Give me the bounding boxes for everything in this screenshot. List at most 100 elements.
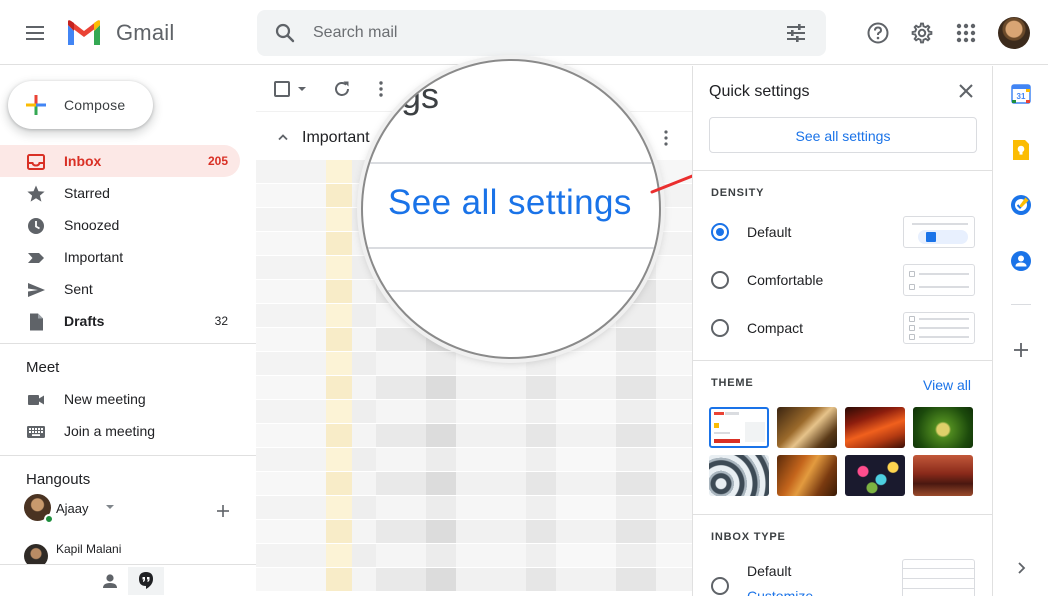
density-option-compact[interactable]: Compact [711, 312, 977, 344]
theme-heading: THEME [711, 377, 754, 389]
send-icon [28, 283, 45, 297]
sidebar-item-drafts[interactable]: Drafts 32 [0, 305, 240, 337]
search-input[interactable] [313, 20, 753, 46]
table-row[interactable] [256, 544, 692, 567]
meet-heading: Meet [26, 359, 60, 376]
sidebar-bottom-bar [0, 564, 256, 596]
draft-icon [30, 313, 43, 331]
table-row[interactable] [256, 400, 692, 423]
account-avatar[interactable] [998, 17, 1030, 49]
divider [363, 290, 659, 292]
theme-default[interactable] [709, 407, 769, 448]
apps-grid-icon[interactable] [954, 21, 978, 45]
inbox-type-heading: INBOX TYPE [711, 531, 786, 543]
person-icon[interactable] [92, 567, 128, 595]
help-icon[interactable] [866, 21, 890, 45]
radio-label: Compact [747, 320, 804, 336]
join-meeting-link[interactable]: Join a meeting [0, 415, 240, 447]
contacts-icon[interactable] [1009, 249, 1033, 273]
see-all-settings-button[interactable]: See all settings [709, 117, 977, 153]
select-options-caret-icon[interactable] [298, 87, 306, 91]
chevron-up-icon[interactable] [276, 130, 290, 144]
theme-desert[interactable] [913, 455, 973, 496]
table-row[interactable] [256, 472, 692, 495]
hangouts-user-name: Ajaay [56, 501, 89, 516]
top-bar: Gmail [0, 0, 1048, 65]
keep-notes-icon[interactable] [1009, 138, 1033, 162]
view-all-themes-link[interactable]: View all [923, 377, 971, 393]
add-icon[interactable] [214, 502, 232, 520]
table-row[interactable] [256, 520, 692, 543]
radio-label: Default [747, 224, 792, 240]
gmail-logo-icon[interactable] [66, 19, 102, 47]
radio-button[interactable] [711, 319, 729, 337]
theme-pencils[interactable] [845, 455, 905, 496]
hamburger-icon [26, 26, 44, 28]
app-name: Gmail [116, 20, 175, 45]
drafts-count: 32 [214, 314, 228, 328]
table-row[interactable] [256, 496, 692, 519]
theme-pipes[interactable] [709, 455, 769, 496]
density-preview-default [903, 216, 975, 248]
add-addon-icon[interactable] [1009, 338, 1033, 362]
see-all-settings-label: See all settings [795, 128, 891, 144]
select-all-checkbox[interactable] [274, 81, 290, 97]
chevron-down-icon[interactable] [106, 505, 114, 509]
divider [0, 455, 256, 456]
sidebar-item-sent[interactable]: Sent [0, 273, 240, 305]
join-meeting-label: Join a meeting [64, 423, 156, 439]
search-icon[interactable] [273, 21, 297, 45]
more-options-icon[interactable] [656, 128, 676, 148]
divider [0, 343, 256, 344]
radio-button[interactable] [711, 577, 729, 595]
divider [693, 360, 992, 361]
table-row[interactable] [256, 376, 692, 399]
online-status-dot [44, 514, 54, 524]
settings-gear-icon[interactable] [910, 21, 934, 45]
sidebar-item-label: Drafts [64, 313, 105, 329]
calendar-icon[interactable]: 31 [1009, 82, 1033, 106]
table-row[interactable] [256, 448, 692, 471]
table-row[interactable] [256, 568, 692, 591]
chevron-right-icon[interactable] [1009, 556, 1033, 580]
radio-button[interactable] [711, 271, 729, 289]
theme-chess[interactable] [777, 407, 837, 448]
sidebar-item-label: Sent [64, 281, 93, 297]
inbox-icon [27, 154, 45, 170]
svg-text:31: 31 [1017, 92, 1026, 101]
hangouts-chat-icon[interactable] [128, 567, 164, 595]
theme-leaf[interactable] [913, 407, 973, 448]
divider [363, 162, 659, 164]
hangouts-contact[interactable]: Kapil Malani [24, 542, 224, 568]
search-bar [257, 10, 826, 56]
unread-count: 205 [207, 154, 228, 168]
sidebar-item-label: Starred [64, 185, 110, 201]
new-meeting-link[interactable]: New meeting [0, 383, 240, 415]
compose-button[interactable]: Compose [8, 81, 153, 129]
more-options-icon[interactable] [370, 78, 392, 100]
sidebar-item-snoozed[interactable]: Snoozed [0, 209, 240, 241]
refresh-icon[interactable] [331, 78, 353, 100]
density-option-default[interactable]: Default [711, 216, 977, 248]
sidebar-item-starred[interactable]: Starred [0, 177, 240, 209]
sidebar-item-inbox[interactable]: Inbox 205 [0, 145, 240, 177]
sidebar-item-important[interactable]: Important [0, 241, 240, 273]
tasks-icon[interactable] [1009, 193, 1033, 217]
density-option-comfortable[interactable]: Comfortable [711, 264, 977, 296]
search-options-icon[interactable] [784, 21, 808, 45]
density-preview-compact [903, 312, 975, 344]
inbox-type-preview [902, 559, 975, 596]
clock-icon [28, 218, 44, 234]
hangouts-user[interactable]: Ajaay [24, 494, 224, 526]
table-row[interactable] [256, 424, 692, 447]
theme-autumn[interactable] [777, 455, 837, 496]
radio-button-selected[interactable] [711, 223, 729, 241]
main-menu-button[interactable] [22, 21, 48, 45]
theme-canyon[interactable] [845, 407, 905, 448]
customize-link[interactable]: Customize [747, 588, 813, 596]
table-row[interactable] [256, 352, 692, 375]
new-meeting-label: New meeting [64, 391, 146, 407]
sidebar-item-label: Important [64, 249, 124, 265]
divider [693, 170, 992, 171]
close-icon[interactable] [957, 82, 975, 100]
